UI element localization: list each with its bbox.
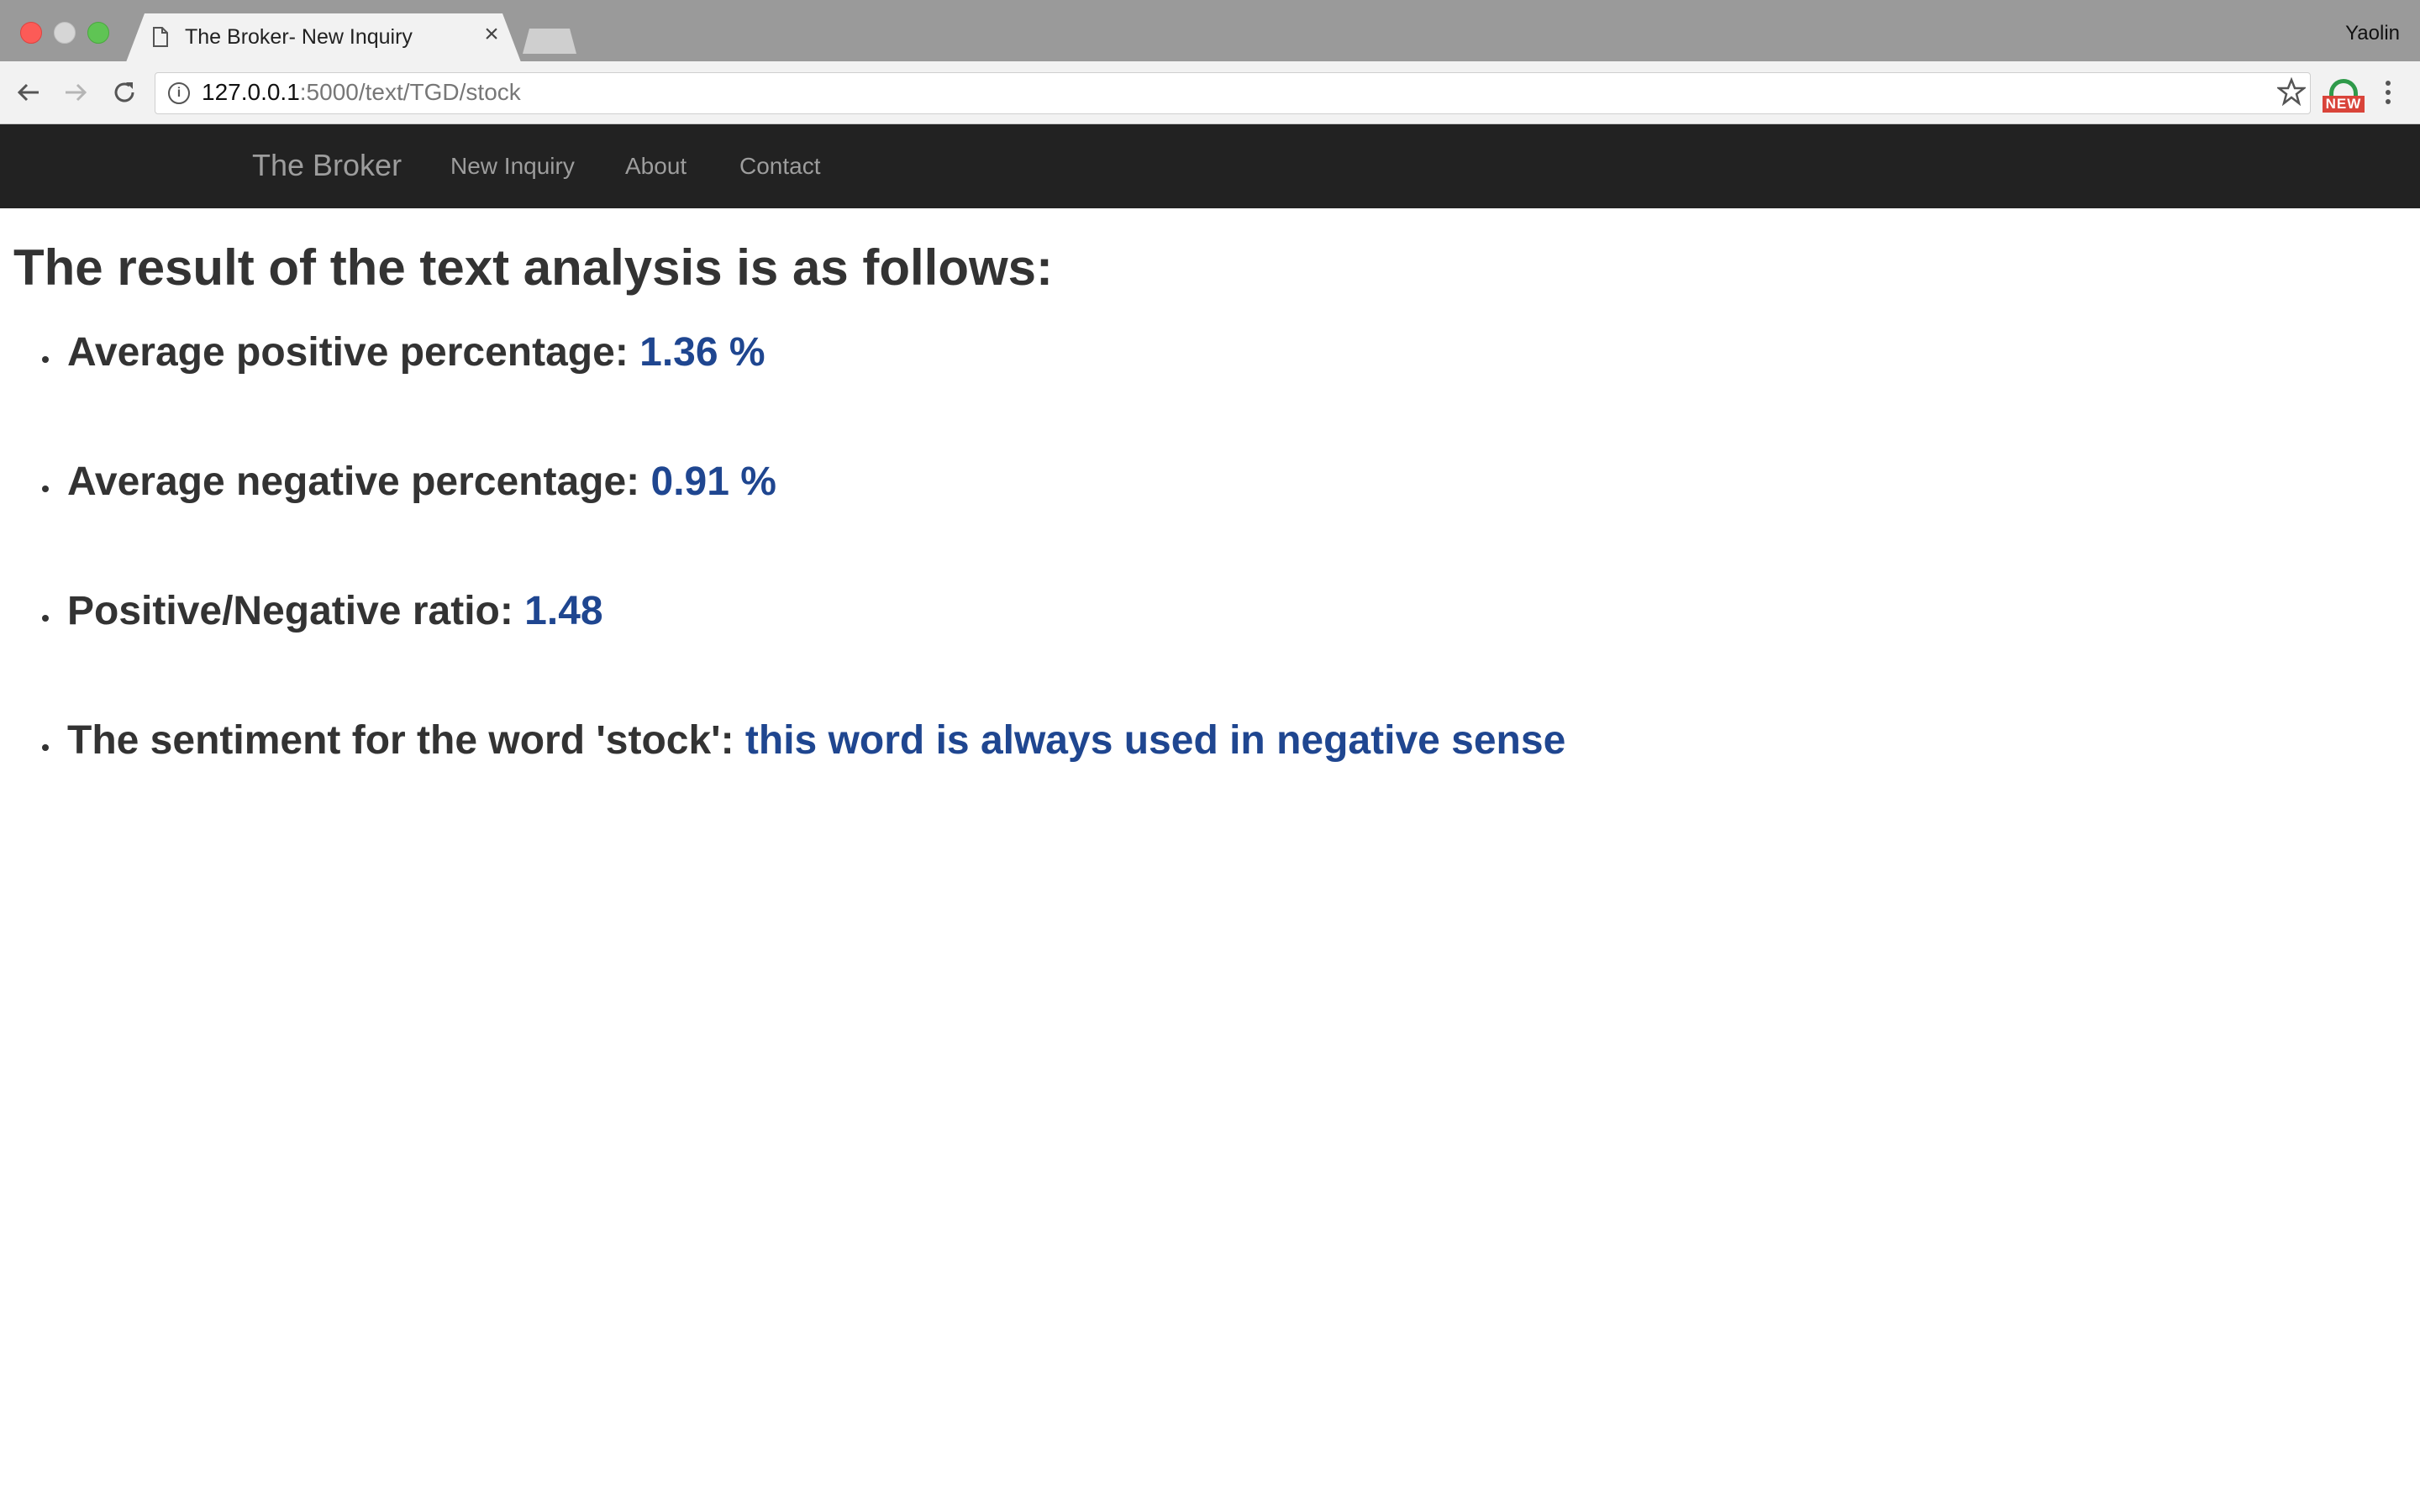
bullet (42, 356, 49, 363)
browser-menu-icon[interactable] (2383, 81, 2393, 106)
arrow-left-icon (17, 83, 39, 102)
result-label: Positive/Negative ratio: (67, 589, 525, 633)
url-path: :5000/text/TGD/stock (299, 79, 521, 105)
bookmark-star-icon[interactable] (2277, 77, 2306, 106)
back-button[interactable] (13, 77, 44, 108)
result-value: this word is always used in negative sen… (744, 718, 1566, 763)
url-text[interactable]: 127.0.0.1:5000/text/TGD/stock (202, 79, 521, 106)
arrow-right-icon (66, 83, 87, 102)
result-label: Average negative percentage: (67, 459, 651, 504)
nav-new-inquiry[interactable]: New Inquiry (450, 153, 575, 180)
bullet (42, 615, 49, 622)
reload-button[interactable] (109, 77, 139, 108)
close-window-button[interactable] (20, 22, 42, 44)
forward-button[interactable] (60, 77, 91, 108)
result-label: Average positive percentage: (67, 330, 640, 375)
maximize-window-button[interactable] (87, 22, 109, 44)
new-tab-button[interactable] (523, 29, 576, 54)
page-title: The result of the text analysis is as fo… (13, 239, 1054, 296)
tab-close-icon[interactable]: × (481, 22, 502, 47)
tab-title: The Broker- New Inquiry (185, 25, 413, 49)
result-value: 1.48 (524, 589, 603, 633)
brand-link[interactable]: The Broker (252, 148, 402, 183)
bullet (42, 486, 49, 492)
result-value: 0.91 % (650, 459, 776, 504)
url-host: 127.0.0.1 (202, 79, 300, 105)
info-icon[interactable]: i (168, 82, 190, 104)
page-icon (153, 27, 168, 47)
nav-about[interactable]: About (625, 153, 687, 180)
result-label: The sentiment for the word 'stock': (67, 718, 745, 763)
bullet (42, 744, 49, 751)
minimize-window-button[interactable] (54, 22, 76, 44)
reload-icon (114, 82, 134, 102)
result-value: 1.36 % (639, 330, 765, 375)
profile-name[interactable]: Yaolin (2345, 22, 2400, 45)
extension-badge: NEW (2323, 96, 2365, 113)
nav-contact[interactable]: Contact (739, 153, 821, 180)
